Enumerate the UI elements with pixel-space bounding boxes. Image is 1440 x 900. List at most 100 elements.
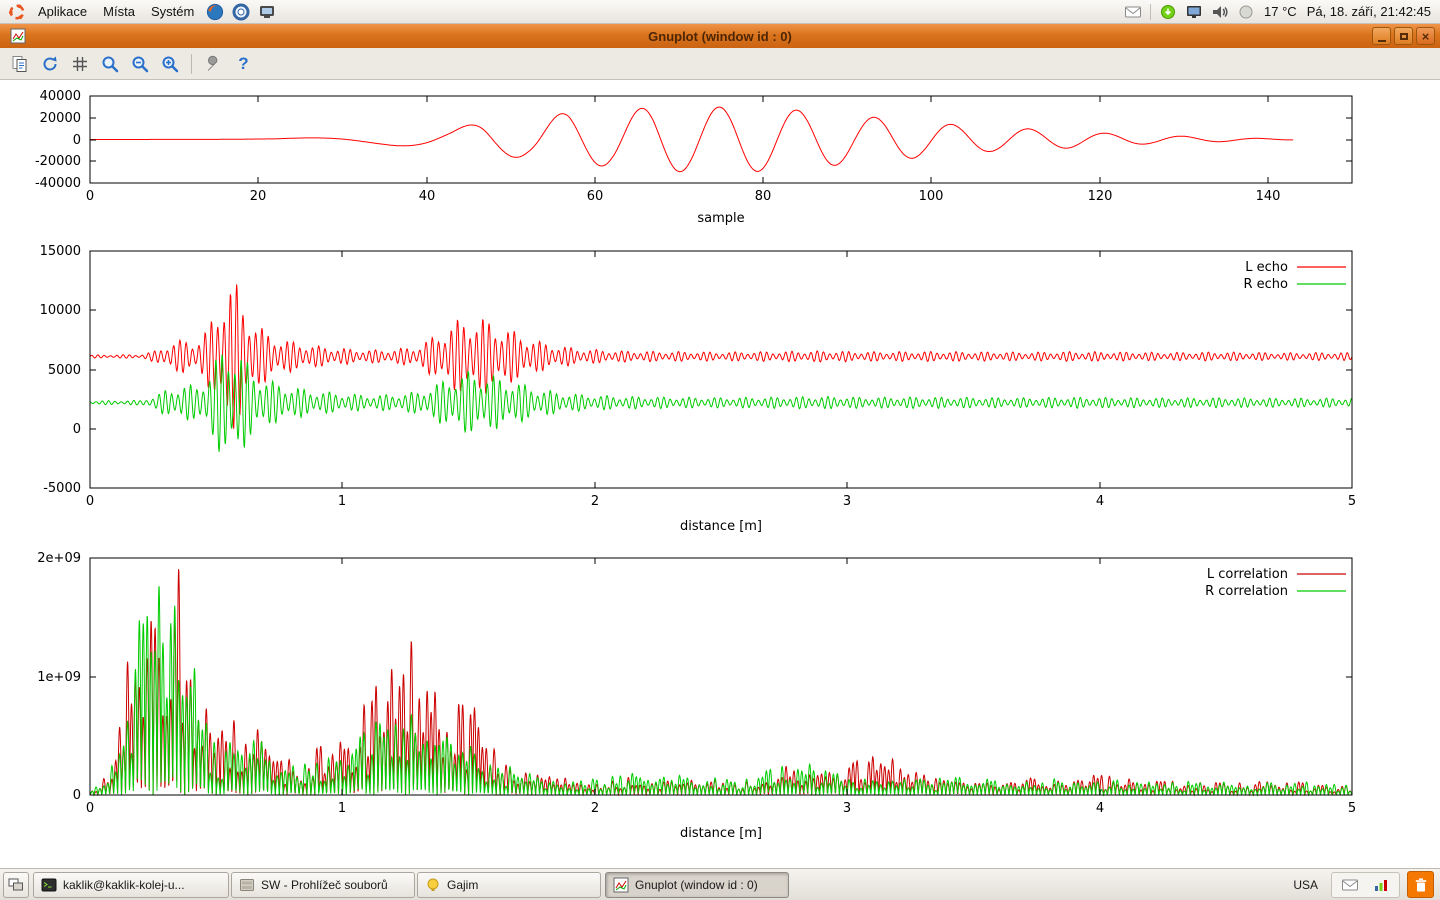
plot-border xyxy=(90,251,1352,488)
x-tick-label: 0 xyxy=(86,801,94,816)
zoom-out-icon xyxy=(130,54,150,74)
update-tray-icon[interactable] xyxy=(1158,2,1178,22)
zoom-fit-button[interactable] xyxy=(96,51,123,77)
y-tick-label: 40000 xyxy=(40,89,81,104)
gnuplot-canvas: 020406080100120140-40000-200000200004000… xyxy=(0,80,1440,868)
help-icon: ? xyxy=(238,54,248,74)
trash-icon xyxy=(1412,876,1430,894)
x-tick-label: 4 xyxy=(1096,494,1104,509)
taskbar-window-gnuplot[interactable]: Gnuplot (window id : 0) xyxy=(605,872,789,898)
x-axis-label: distance [m] xyxy=(680,519,762,534)
window-controls: × xyxy=(1372,27,1435,45)
x-tick-label: 5 xyxy=(1348,494,1356,509)
help-button[interactable]: ? xyxy=(230,51,257,77)
gajim-icon xyxy=(425,877,441,893)
firefox-launcher-icon[interactable] xyxy=(205,2,225,22)
mail-tray-icon[interactable] xyxy=(1123,2,1143,22)
x-tick-label: 0 xyxy=(86,189,94,204)
volume-tray-icon[interactable] xyxy=(1210,2,1230,22)
keyboard-layout-indicator[interactable]: USA xyxy=(1287,875,1324,895)
x-tick-label: 0 xyxy=(86,494,94,509)
x-tick-label: 2 xyxy=(591,801,599,816)
close-button[interactable]: × xyxy=(1416,27,1435,45)
x-tick-label: 5 xyxy=(1348,801,1356,816)
x-tick-label: 4 xyxy=(1096,801,1104,816)
panel-left: Aplikace Místa Systém xyxy=(4,0,280,23)
taskbar-window-label: SW - Prohlížeč souborů xyxy=(261,878,388,892)
chart-3: 01234501e+092e+09distance [m]L correlati… xyxy=(37,551,1356,841)
refresh-button[interactable] xyxy=(36,51,63,77)
zoom-in-icon xyxy=(160,54,180,74)
x-tick-label: 20 xyxy=(250,189,267,204)
legend-label: L echo xyxy=(1245,260,1288,275)
zoom-out-button[interactable] xyxy=(126,51,153,77)
taskbar-window-gajim[interactable]: Gajim xyxy=(417,872,601,898)
maximize-button[interactable] xyxy=(1394,27,1413,45)
x-axis-label: sample xyxy=(697,211,744,226)
x-tick-label: 100 xyxy=(919,189,944,204)
gnuplot-icon xyxy=(613,877,629,893)
screenshot-launcher-icon[interactable] xyxy=(257,2,277,22)
tray-separator xyxy=(1150,4,1151,20)
top-panel: Aplikace Místa Systém xyxy=(0,0,1440,24)
distro-logo-icon[interactable] xyxy=(7,2,27,22)
x-axis-label: distance [m] xyxy=(680,826,762,841)
y-tick-label: -40000 xyxy=(35,176,81,191)
trash-button[interactable] xyxy=(1407,871,1434,898)
copy-icon xyxy=(10,54,30,74)
x-tick-label: 60 xyxy=(587,189,604,204)
show-desktop-button[interactable] xyxy=(3,872,29,898)
mail-icon[interactable] xyxy=(1340,875,1360,895)
show-desktop-icon xyxy=(8,877,24,893)
series-l-correlation xyxy=(90,569,1352,795)
series-r-echo xyxy=(90,355,1352,452)
chart-icon[interactable] xyxy=(1371,875,1391,895)
taskbar-window-terminal[interactable]: kaklik@kaklik-kolej-u... xyxy=(33,872,229,898)
grid-button[interactable] xyxy=(66,51,93,77)
chart-2: 012345-5000050001000015000distance [m]L … xyxy=(40,244,1357,534)
display-tray-icon[interactable] xyxy=(1184,2,1204,22)
gnuplot-toolbar: ? xyxy=(0,48,1440,80)
legend-label: R correlation xyxy=(1205,584,1288,599)
menu-places[interactable]: Místa xyxy=(95,0,143,23)
terminal-icon xyxy=(41,877,57,893)
x-tick-label: 3 xyxy=(843,801,851,816)
minimize-button[interactable] xyxy=(1372,27,1391,45)
taskbar-window-label: Gnuplot (window id : 0) xyxy=(635,878,758,892)
y-tick-label: 0 xyxy=(73,422,81,437)
close-icon: × xyxy=(1422,30,1430,43)
x-tick-label: 3 xyxy=(843,494,851,509)
y-tick-label: -20000 xyxy=(35,154,81,169)
zoom-in-button[interactable] xyxy=(156,51,183,77)
plot-border xyxy=(90,558,1352,795)
temperature-label: 17 °C xyxy=(1264,4,1297,19)
x-tick-label: 2 xyxy=(591,494,599,509)
clock[interactable]: Pá, 18. září, 21:42:45 xyxy=(1307,4,1431,19)
gnuplot-plot-area: 020406080100120140-40000-200000200004000… xyxy=(0,80,1440,868)
taskbar-window-label: kaklik@kaklik-kolej-u... xyxy=(63,878,185,892)
file-manager-icon xyxy=(239,877,255,893)
y-tick-label: 0 xyxy=(73,788,81,803)
y-tick-label: 0 xyxy=(73,133,81,148)
grid-icon xyxy=(70,54,90,74)
y-tick-label: 10000 xyxy=(40,303,81,318)
taskbar-window-file-browser[interactable]: SW - Prohlížeč souborů xyxy=(231,872,415,898)
copy-button[interactable] xyxy=(6,51,33,77)
help-launcher-icon[interactable] xyxy=(231,2,251,22)
legend-label: L correlation xyxy=(1207,567,1288,582)
taskbar-tray: USA xyxy=(1287,871,1437,898)
taskbar-window-label: Gajim xyxy=(447,878,478,892)
weather-icon[interactable] xyxy=(1236,2,1256,22)
refresh-icon xyxy=(40,54,60,74)
y-tick-label: 15000 xyxy=(40,244,81,259)
menu-system[interactable]: Systém xyxy=(143,0,202,23)
menu-applications[interactable]: Aplikace xyxy=(30,0,95,23)
legend-label: R echo xyxy=(1243,277,1288,292)
window-title: Gnuplot (window id : 0) xyxy=(0,29,1440,44)
wrench-icon xyxy=(204,54,224,74)
y-tick-label: 20000 xyxy=(40,111,81,126)
taskbar: kaklik@kaklik-kolej-u... SW - Prohlížeč … xyxy=(0,868,1440,900)
settings-button[interactable] xyxy=(200,51,227,77)
window-titlebar[interactable]: Gnuplot (window id : 0) × xyxy=(0,24,1440,48)
y-tick-label: 1e+09 xyxy=(37,670,81,685)
